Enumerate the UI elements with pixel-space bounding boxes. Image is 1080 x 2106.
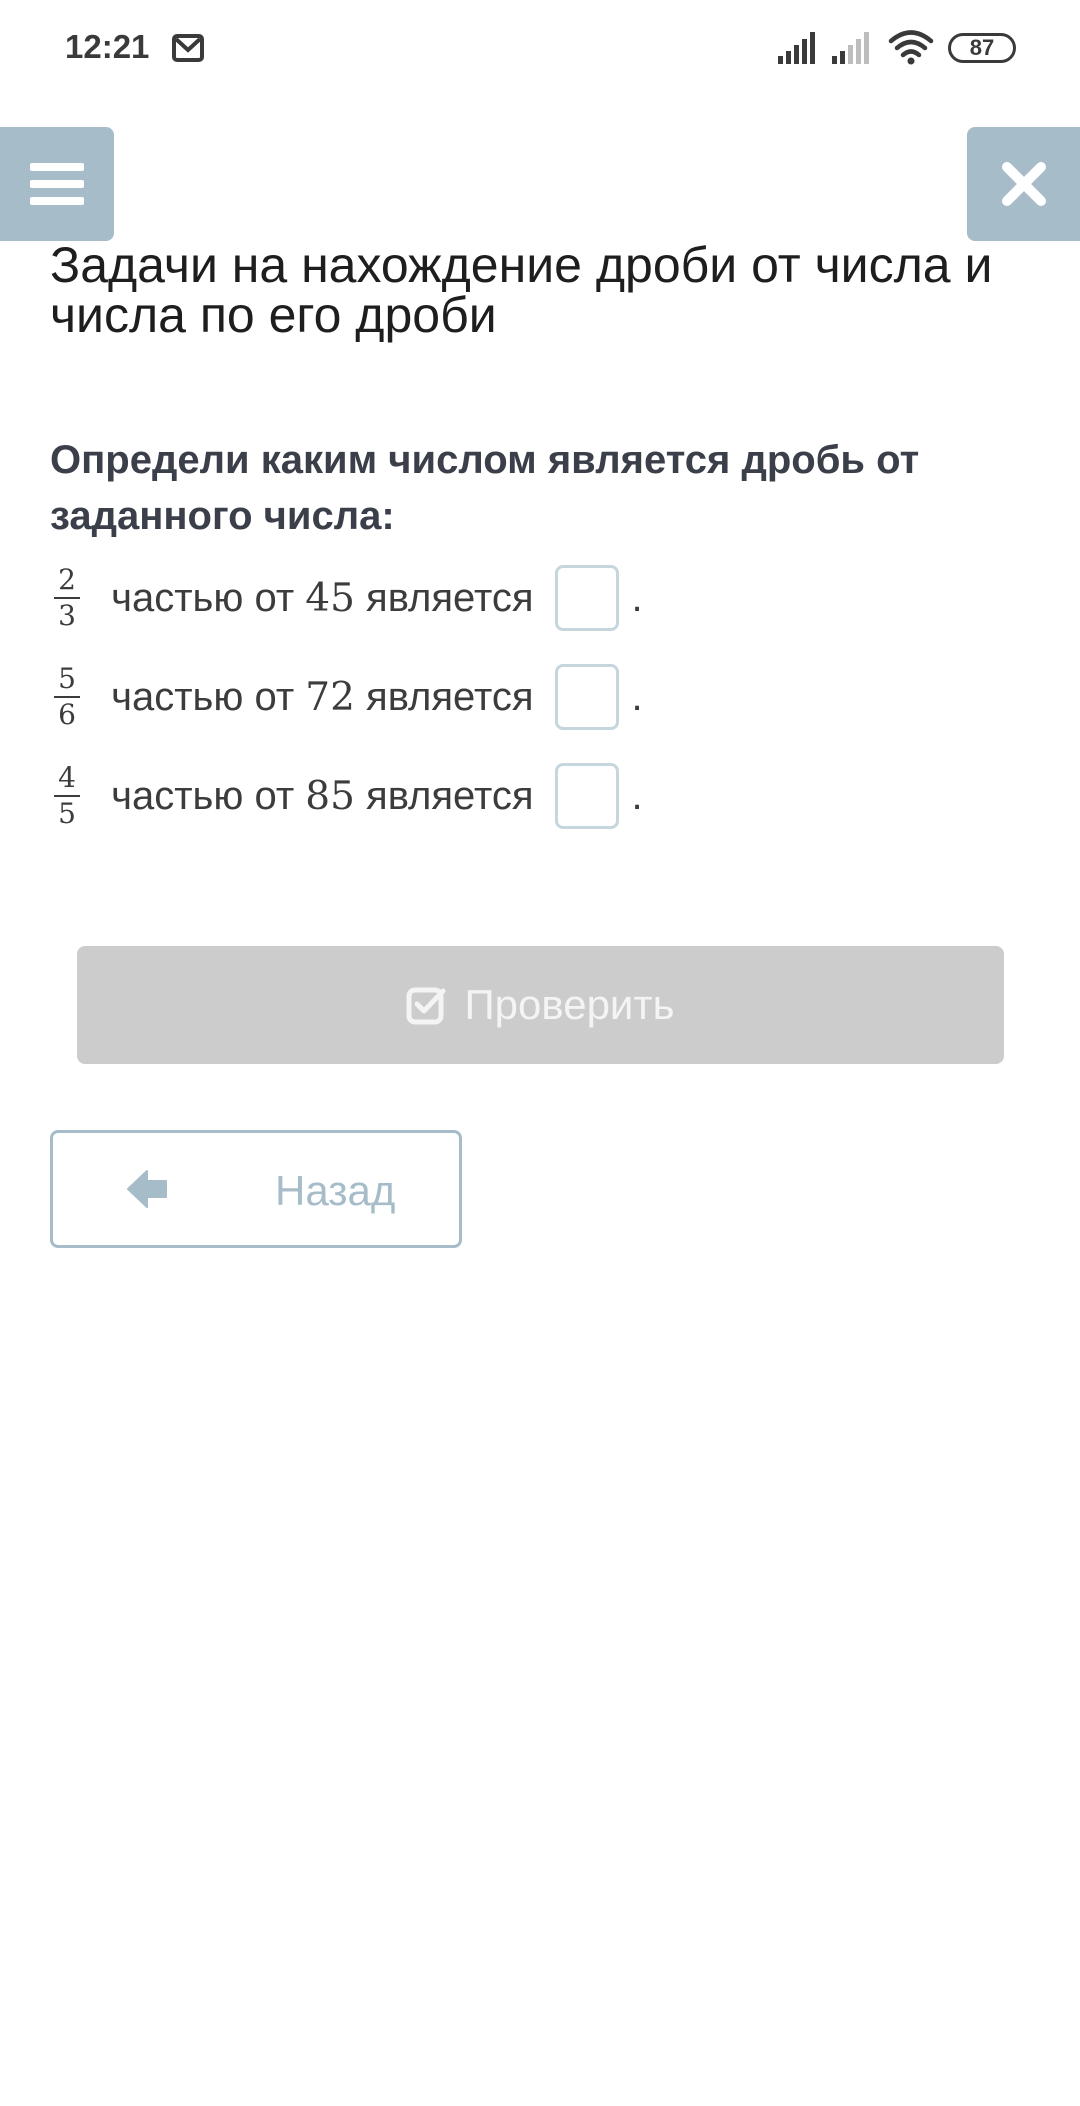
task-text-before: частью от	[100, 773, 306, 818]
back-button-label: Назад	[275, 1167, 396, 1214]
task-end: .	[631, 575, 643, 620]
task-text-after: является	[354, 575, 534, 620]
question-text: Определи каким числом является дробь от …	[50, 438, 920, 538]
task-row: 5 6 частью от 72 является .	[50, 657, 750, 737]
task-text-after: является	[354, 773, 534, 818]
signal-icon	[832, 32, 869, 64]
fraction-denominator: 3	[58, 599, 76, 632]
close-icon	[1001, 162, 1046, 206]
task-end: .	[631, 674, 643, 719]
task-number: 45	[305, 575, 355, 621]
fraction: 5 6	[50, 664, 84, 730]
checkbox-check-icon	[406, 987, 446, 1025]
fraction: 4 5	[50, 763, 84, 829]
close-button[interactable]	[967, 127, 1080, 241]
menu-button[interactable]	[0, 127, 114, 241]
status-time: 12:21	[65, 28, 150, 65]
status-bar: 12:21 87	[0, 0, 1080, 100]
task-text-before: частью от	[100, 575, 306, 620]
task-end: .	[631, 773, 643, 818]
fraction-numerator: 2	[58, 563, 76, 596]
task-number: 72	[305, 674, 355, 720]
task-row: 2 3 частью от 45 является .	[50, 558, 750, 638]
task-row: 4 5 частью от 85 является .	[50, 756, 750, 836]
arrow-left-icon	[127, 1170, 167, 1208]
fraction-denominator: 5	[58, 797, 76, 830]
hamburger-menu-icon	[30, 163, 84, 205]
task-text-before: частью от	[100, 674, 306, 719]
wifi-icon	[888, 30, 934, 65]
answer-input[interactable]	[555, 763, 620, 829]
check-button[interactable]: Проверить	[77, 946, 1004, 1064]
mail-icon	[172, 34, 204, 62]
fraction-numerator: 4	[58, 761, 76, 794]
fraction-numerator: 5	[58, 662, 76, 695]
signal-icon	[778, 32, 815, 64]
task-number: 85	[305, 773, 355, 819]
back-button[interactable]: Назад	[50, 1130, 462, 1248]
answer-input[interactable]	[555, 664, 620, 730]
answer-input[interactable]	[555, 565, 620, 631]
check-button-label: Проверить	[464, 981, 675, 1028]
page-title: Задачи на нахождение дроби от числа и чи…	[50, 237, 993, 343]
fraction-denominator: 6	[58, 698, 76, 731]
fraction: 2 3	[50, 565, 84, 631]
battery-icon: 87	[948, 33, 1016, 63]
task-text-after: является	[354, 674, 534, 719]
battery-level: 87	[969, 35, 995, 60]
